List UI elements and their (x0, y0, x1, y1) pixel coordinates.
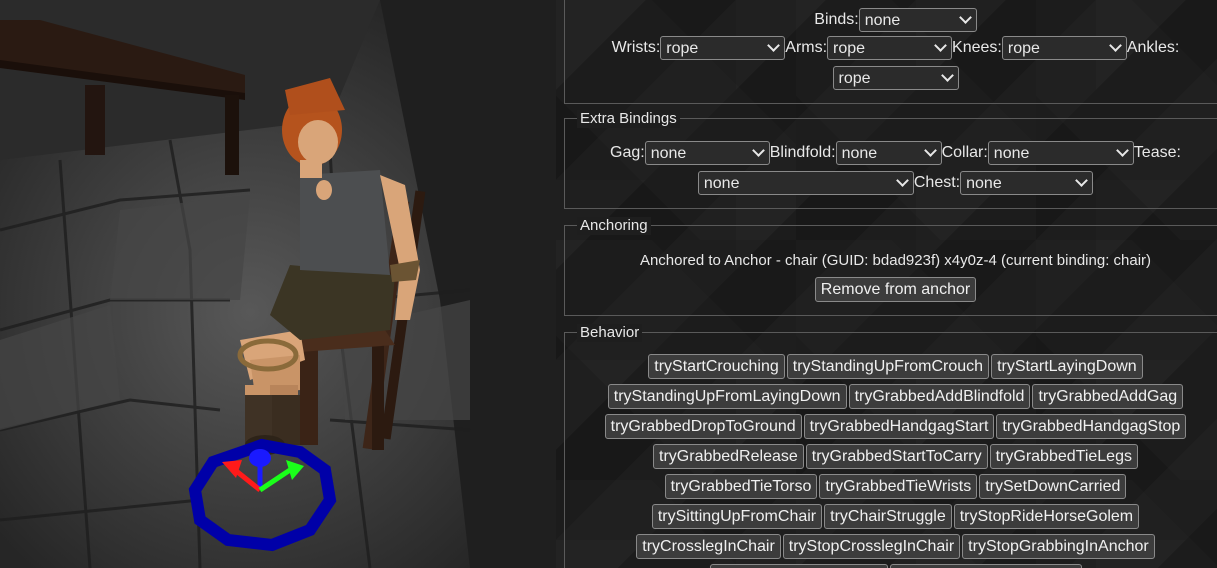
blindfold-label: Blindfold: (769, 144, 836, 161)
behavior-row: tryStandingUpFromLayingDown tryGrabbedAd… (565, 384, 1217, 410)
try-grabbed-add-gag-button[interactable]: tryGrabbedAddGag (1032, 384, 1184, 409)
try-standing-up-from-laying-down-button[interactable]: tryStandingUpFromLayingDown (607, 384, 847, 409)
try-grabbed-tie-torso-button[interactable]: tryGrabbedTieTorso (664, 474, 818, 499)
chest-dropdown[interactable]: none (960, 171, 1094, 195)
collar-dropdown[interactable]: none (987, 141, 1134, 165)
try-crossleg-in-chair-button[interactable]: tryCrosslegInChair (636, 534, 781, 559)
extra-bindings-row-2: none Chest: none (565, 171, 1217, 195)
try-stop-crossleg-in-chair-button[interactable]: tryStopCrosslegInChair (782, 534, 961, 559)
extra-bindings-row-1: Gag: none Blindfold: none Collar: none T… (565, 141, 1217, 165)
wrists-dropdown[interactable]: rope (660, 36, 786, 60)
try-grabbed-add-blindfold-button[interactable]: tryGrabbedAddBlindfold (848, 384, 1031, 409)
collar-label: Collar: (941, 144, 988, 161)
behavior-row: tryStartCrouching tryStandingUpFromCrouc… (565, 354, 1217, 380)
chest-select[interactable]: none (960, 171, 1094, 195)
body-binds-row: Wrists: rope Arms: rope Knees: rope Ankl… (565, 36, 1217, 60)
behavior-row: tryGrabbedDropToGround tryGrabbedHandgag… (565, 414, 1217, 440)
gag-label: Gag: (610, 144, 645, 161)
arms-select[interactable]: rope (827, 36, 953, 60)
behavior-row: tryGrabbedRelease tryGrabbedStartToCarry… (565, 444, 1217, 470)
anchor-actions: Remove from anchor (565, 277, 1217, 303)
try-grabbed-tie-wrists-button[interactable]: tryGrabbedTieWrists (819, 474, 978, 499)
remove-from-anchor-button[interactable]: Remove from anchor (814, 277, 977, 302)
behavior-row: tryGrabbedTieTorso tryGrabbedTieWrists t… (565, 474, 1217, 500)
ankles-dropdown[interactable]: rope (832, 66, 959, 90)
arms-dropdown[interactable]: rope (827, 36, 953, 60)
behavior-title: Behavior (577, 324, 643, 342)
3d-viewport[interactable] (0, 0, 556, 568)
blindfold-select[interactable]: none (835, 141, 942, 165)
try-chair-struggle-button[interactable]: tryChairStruggle (824, 504, 952, 529)
behavior-row: tryCrosslegInChair tryStopCrosslegInChai… (565, 534, 1217, 560)
try-grabbed-handgag-stop-button[interactable]: tryGrabbedHandgagStop (996, 414, 1187, 439)
knees-select[interactable]: rope (1001, 36, 1127, 60)
chest-label: Chest: (913, 174, 961, 191)
wrists-label: Wrists: (611, 39, 661, 56)
knees-label: Knees: (952, 39, 1002, 56)
binds-dropdown[interactable]: none (858, 8, 977, 32)
binds-select[interactable]: none (858, 8, 977, 32)
collar-select[interactable]: none (987, 141, 1134, 165)
binds-section: Binds: none Wrists: rope Arms: rope Knee… (564, 0, 1217, 104)
scene-canvas[interactable] (0, 0, 556, 568)
control-panel: Binds: none Wrists: rope Arms: rope Knee… (556, 0, 1217, 568)
behavior-section: Behavior tryStartCrouching tryStandingUp… (564, 324, 1217, 568)
try-stop-grabbing-in-anchor-button[interactable]: tryStopGrabbingInAnchor (962, 534, 1155, 559)
try-standing-up-from-crouch-button[interactable]: tryStandingUpFromCrouch (786, 354, 990, 379)
ankles-label: Ankles: (1126, 39, 1180, 56)
try-stop-ride-horse-golem-button[interactable]: tryStopRideHorseGolem (953, 504, 1140, 529)
extra-bindings-title: Extra Bindings (577, 110, 680, 128)
try-grabbed-tie-legs-button[interactable]: tryGrabbedTieLegs (989, 444, 1138, 469)
behavior-button-cut-off[interactable] (889, 564, 1082, 568)
extra-bindings-section: Extra Bindings Gag: none Blindfold: none… (564, 110, 1217, 209)
try-grabbed-drop-to-ground-button[interactable]: tryGrabbedDropToGround (604, 414, 802, 439)
ankles-row: rope (565, 66, 1217, 90)
binds-label: Binds: (814, 11, 859, 28)
try-set-down-carried-button[interactable]: trySetDownCarried (979, 474, 1127, 499)
tease-dropdown[interactable]: none (697, 171, 914, 195)
try-grabbed-start-to-carry-button[interactable]: tryGrabbedStartToCarry (805, 444, 988, 469)
anchor-status-text: Anchored to Anchor - chair (GUID: bdad92… (639, 252, 1152, 269)
try-grabbed-handgag-start-button[interactable]: tryGrabbedHandgagStart (803, 414, 995, 439)
tease-label: Tease: (1133, 144, 1181, 161)
behavior-row: trySittingUpFromChair tryChairStruggle t… (565, 504, 1217, 530)
try-sitting-up-from-chair-button[interactable]: trySittingUpFromChair (651, 504, 823, 529)
anchoring-title: Anchoring (577, 217, 651, 235)
ankles-select[interactable]: rope (832, 66, 959, 90)
gag-dropdown[interactable]: none (644, 141, 770, 165)
binds-row: Binds: none (565, 8, 1217, 32)
behavior-row-partial (565, 564, 1217, 568)
try-grabbed-release-button[interactable]: tryGrabbedRelease (653, 444, 804, 469)
blindfold-dropdown[interactable]: none (835, 141, 942, 165)
knees-dropdown[interactable]: rope (1001, 36, 1127, 60)
try-start-crouching-button[interactable]: tryStartCrouching (648, 354, 785, 379)
anchoring-section: Anchoring Anchored to Anchor - chair (GU… (564, 217, 1217, 316)
behavior-button-cut-off[interactable] (709, 564, 888, 568)
wrists-select[interactable]: rope (660, 36, 786, 60)
tease-select[interactable]: none (697, 171, 914, 195)
arms-label: Arms: (785, 39, 828, 56)
gag-select[interactable]: none (644, 141, 770, 165)
try-start-laying-down-button[interactable]: tryStartLayingDown (991, 354, 1143, 379)
